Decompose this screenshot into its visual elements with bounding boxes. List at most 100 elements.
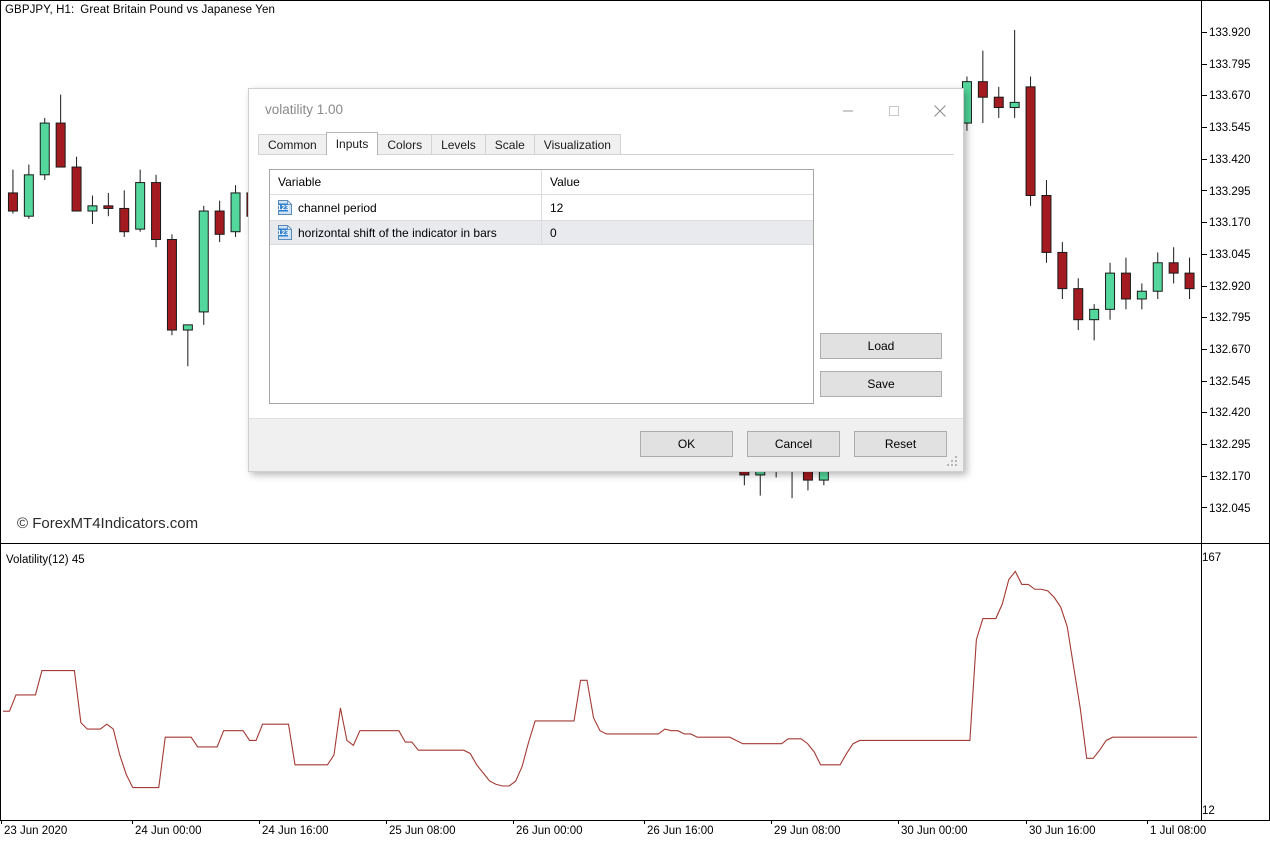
volatility-line-series: [3, 570, 1197, 789]
indicator-canvas: Volatility(12) 45 167 12: [1, 544, 1269, 820]
dialog-footer: OK Cancel Reset: [249, 418, 963, 471]
price-scale-tick: 132.545: [1202, 376, 1251, 389]
price-scale-tick: 133.420: [1202, 154, 1251, 167]
candle: [71, 156, 82, 212]
candle: [119, 190, 130, 237]
dialog-body: Common Inputs Colors Levels Scale Visualizati…: [249, 132, 963, 471]
svg-text:123: 123: [278, 205, 289, 212]
candle: [7, 169, 18, 214]
candle: [993, 86, 1004, 118]
time-axis-tickmark: [386, 820, 387, 824]
indicator-scale-tick-bottom: 12: [1202, 805, 1215, 817]
ok-button[interactable]: OK: [640, 431, 733, 457]
candle: [87, 195, 98, 224]
table-row[interactable]: 123 channel period 12: [270, 195, 813, 220]
maximize-button[interactable]: [871, 89, 917, 132]
indicator-scale[interactable]: 167 12: [1202, 544, 1269, 820]
price-scale-tick: 133.795: [1202, 59, 1251, 72]
watermark-text: © ForexMT4Indicators.com: [17, 515, 199, 532]
price-scale-tick: 133.045: [1202, 249, 1251, 262]
column-header-value: Value: [550, 175, 580, 189]
load-button[interactable]: Load: [820, 333, 942, 359]
time-axis-tickmark: [898, 820, 899, 824]
variable-cell: 123 horizontal shift of the indicator in…: [270, 221, 542, 244]
candle: [1009, 29, 1020, 118]
time-axis-tickmark: [1026, 820, 1027, 824]
candle: [214, 200, 225, 243]
footer-button-group: OK Cancel Reset: [640, 431, 947, 457]
time-axis-tickmark: [132, 820, 133, 824]
candle: [1184, 257, 1195, 299]
time-axis-label: 26 Jun 00:00: [516, 825, 583, 837]
123-number-icon: 123: [278, 225, 292, 240]
123-number-icon: 123: [278, 200, 292, 215]
time-axis-tickmark: [513, 820, 514, 824]
price-scale-tick: 133.670: [1202, 91, 1251, 103]
time-axis-label: 1 Jul 08:00: [1150, 825, 1207, 837]
time-axis-tickmark: [1147, 820, 1148, 824]
price-scale[interactable]: 133.920 133.795 133.670 133.545 133.420 133.2…: [1202, 1, 1269, 543]
price-scale-tick: 133.920: [1202, 27, 1251, 40]
candle: [151, 174, 162, 248]
price-scale-tick: 133.295: [1202, 186, 1251, 199]
candle: [39, 117, 50, 180]
price-scale-tick: 133.545: [1202, 122, 1251, 135]
inputs-table[interactable]: Variable Value 123 channel period 12 123…: [269, 169, 814, 404]
candle: [166, 234, 177, 336]
dialog-titlebar[interactable]: volatility 1.00: [249, 89, 963, 132]
resize-grip[interactable]: [947, 456, 959, 468]
dialog-title: volatility 1.00: [265, 102, 344, 117]
metatrader-chart-window: GBPJPY, H1: Great Britain Pound vs Japane…: [0, 0, 1270, 844]
time-axis-tickmark: [1, 820, 2, 824]
cancel-button[interactable]: Cancel: [747, 431, 840, 457]
variable-label: channel period: [298, 200, 377, 215]
candle: [1073, 278, 1084, 331]
indicator-pane[interactable]: Volatility(12) 45 167 12: [0, 543, 1270, 821]
volatility-line: [3, 570, 1197, 789]
price-scale-tick: 132.670: [1202, 344, 1251, 357]
dialog-tabstrip[interactable]: Common Inputs Colors Levels Scale Visualizati…: [258, 132, 954, 155]
tab-panel-inputs: Variable Value 123 channel period 12 123…: [258, 154, 954, 419]
tab-levels[interactable]: Levels: [431, 134, 486, 155]
candle: [1168, 247, 1179, 284]
time-axis-label: 24 Jun 16:00: [262, 825, 329, 837]
candle: [1120, 257, 1131, 310]
candle: [1057, 242, 1068, 299]
column-header-variable: Variable: [270, 170, 542, 194]
value-cell[interactable]: 0: [542, 221, 813, 244]
candle: [230, 185, 241, 237]
price-scale-tick: 132.170: [1202, 471, 1251, 484]
side-button-group: Load Save: [820, 333, 942, 409]
candle: [198, 205, 209, 325]
table-row[interactable]: 123 horizontal shift of the indicator in…: [270, 220, 813, 245]
candle: [1041, 179, 1052, 263]
candle: [55, 94, 66, 168]
save-button[interactable]: Save: [820, 371, 942, 397]
indicator-scale-tick-top: 167: [1202, 552, 1222, 564]
variable-cell: 123 channel period: [270, 195, 542, 220]
value-cell[interactable]: 12: [542, 195, 813, 220]
candle: [1089, 304, 1100, 341]
time-axis-label: 26 Jun 16:00: [647, 825, 714, 837]
tab-visualization[interactable]: Visualization: [533, 134, 621, 155]
svg-text:123: 123: [278, 230, 289, 237]
tab-common[interactable]: Common: [258, 134, 327, 155]
candle: [1136, 283, 1147, 310]
reset-button[interactable]: Reset: [854, 431, 947, 457]
candle: [1105, 262, 1116, 320]
tab-colors[interactable]: Colors: [377, 134, 433, 155]
time-axis[interactable]: 23 Jun 2020 24 Jun 00:00 24 Jun 16:00 25 Ju…: [0, 820, 1270, 844]
candle: [135, 169, 146, 232]
tab-inputs[interactable]: Inputs: [325, 132, 379, 155]
candle: [977, 50, 988, 124]
time-axis-label: 30 Jun 00:00: [901, 825, 968, 837]
candle: [103, 192, 114, 217]
candle: [23, 164, 34, 219]
tab-scale[interactable]: Scale: [484, 134, 535, 155]
indicator-properties-dialog[interactable]: volatility 1.00 Common Inputs Colors Lev…: [248, 88, 964, 472]
time-axis-tickmark: [644, 820, 645, 824]
minimize-button[interactable]: [825, 89, 871, 132]
time-axis-label: 25 Jun 08:00: [389, 825, 456, 837]
close-button[interactable]: [917, 89, 963, 132]
price-scale-tick: 132.795: [1202, 313, 1251, 325]
